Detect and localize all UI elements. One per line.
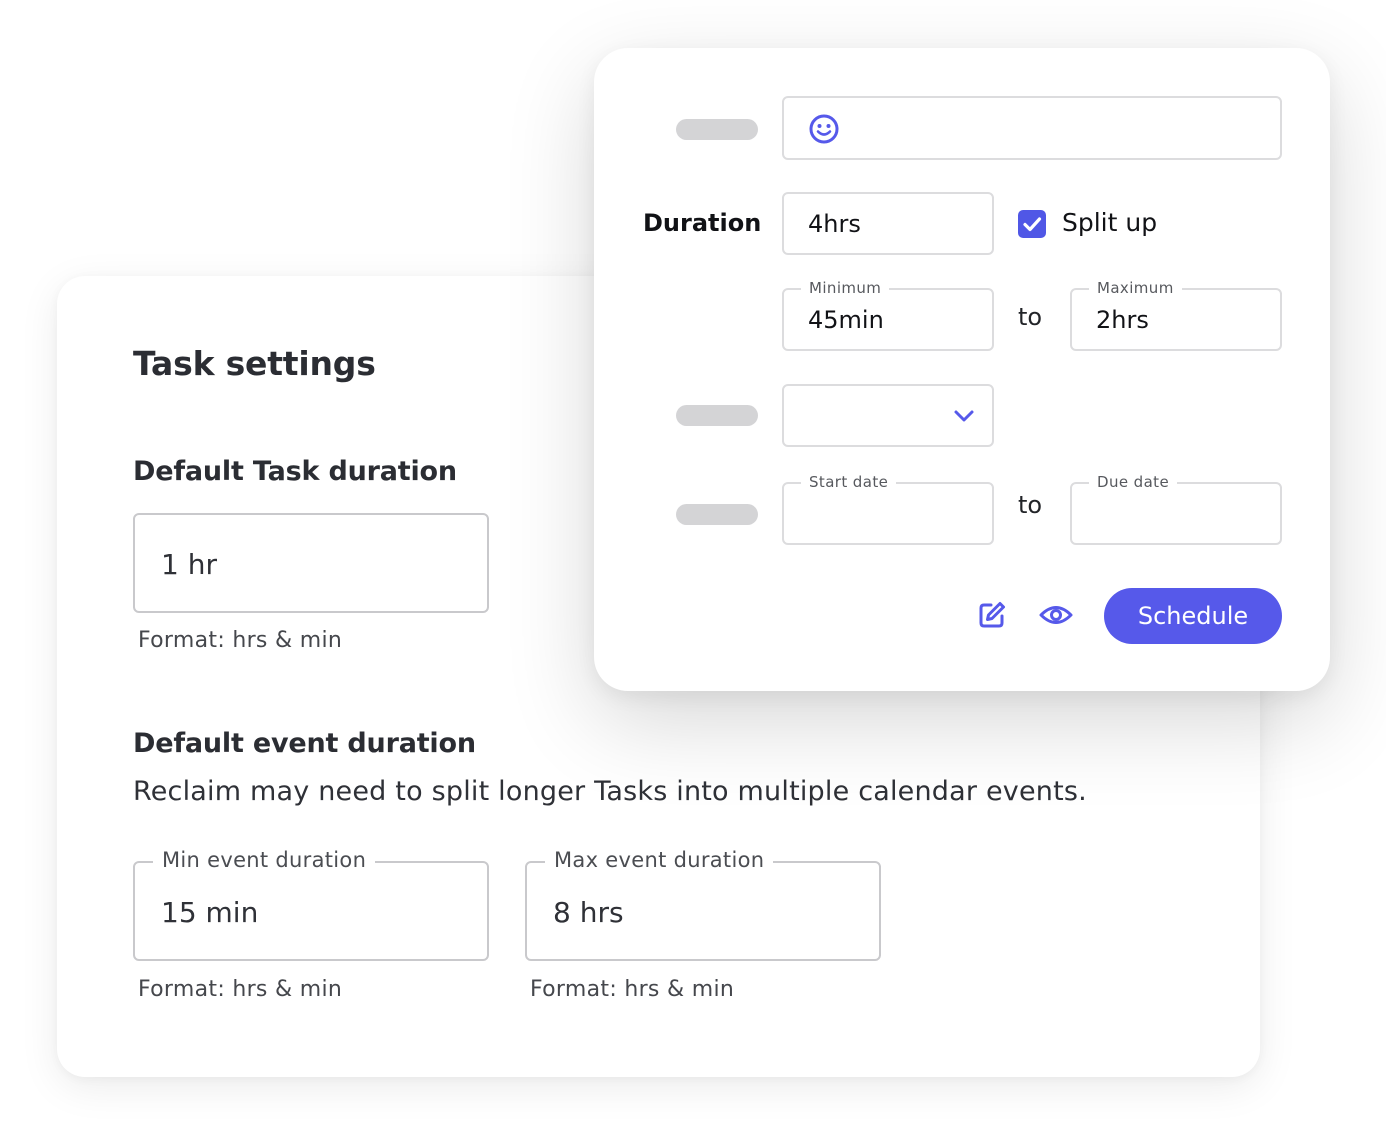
minimum-label: Minimum xyxy=(801,279,890,297)
min-event-duration-value: 15 min xyxy=(161,896,259,929)
check-icon xyxy=(1023,217,1042,232)
split-up-checkbox[interactable] xyxy=(1018,210,1046,238)
duration-input[interactable]: 4hrs xyxy=(782,192,994,255)
task-form-card: Duration 4hrs Split up Minimum 45min to … xyxy=(594,48,1330,691)
default-task-duration-helper: Format: hrs & min xyxy=(138,628,343,653)
max-event-duration-helper: Format: hrs & min xyxy=(530,977,735,1002)
default-event-duration-description: Reclaim may need to split longer Tasks i… xyxy=(133,776,1087,807)
minimum-input[interactable]: Minimum 45min xyxy=(782,279,994,351)
task-title-input[interactable] xyxy=(782,96,1282,160)
min-event-duration-input[interactable]: Min event duration 15 min xyxy=(133,848,489,961)
start-date-input[interactable]: Start date xyxy=(782,473,994,545)
maximum-label: Maximum xyxy=(1089,279,1182,297)
duration-label: Duration xyxy=(643,209,762,237)
eye-icon[interactable] xyxy=(1038,601,1074,629)
maximum-input[interactable]: Maximum 2hrs xyxy=(1070,279,1282,351)
duration-value: 4hrs xyxy=(808,210,861,238)
split-up-label[interactable]: Split up xyxy=(1062,208,1157,237)
min-event-duration-helper: Format: hrs & min xyxy=(138,977,343,1002)
due-date-input[interactable]: Due date xyxy=(1070,473,1282,545)
due-date-label: Due date xyxy=(1089,473,1178,491)
min-max-to-label: to xyxy=(1018,303,1043,331)
default-task-duration-value: 1 hr xyxy=(161,548,217,581)
settings-title: Task settings xyxy=(133,344,376,383)
chevron-down-icon[interactable] xyxy=(952,406,976,426)
min-event-duration-label: Min event duration xyxy=(153,848,376,872)
default-task-duration-input[interactable]: 1 hr xyxy=(133,513,489,613)
max-event-duration-input[interactable]: Max event duration 8 hrs xyxy=(525,848,881,961)
default-event-duration-heading: Default event duration xyxy=(133,728,476,759)
dates-label-placeholder xyxy=(676,504,758,525)
max-event-duration-label: Max event duration xyxy=(545,848,774,872)
minimum-value: 45min xyxy=(808,306,884,334)
dates-to-label: to xyxy=(1018,491,1043,519)
smiley-icon[interactable] xyxy=(808,113,840,145)
schedule-button[interactable]: Schedule xyxy=(1104,588,1282,644)
max-event-duration-value: 8 hrs xyxy=(553,896,624,929)
maximum-value: 2hrs xyxy=(1096,306,1149,334)
edit-icon[interactable] xyxy=(976,599,1008,631)
start-date-label: Start date xyxy=(801,473,897,491)
default-task-duration-heading: Default Task duration xyxy=(133,456,457,487)
title-label-placeholder xyxy=(676,119,758,140)
priority-select[interactable] xyxy=(782,384,994,447)
select-label-placeholder xyxy=(676,405,758,426)
